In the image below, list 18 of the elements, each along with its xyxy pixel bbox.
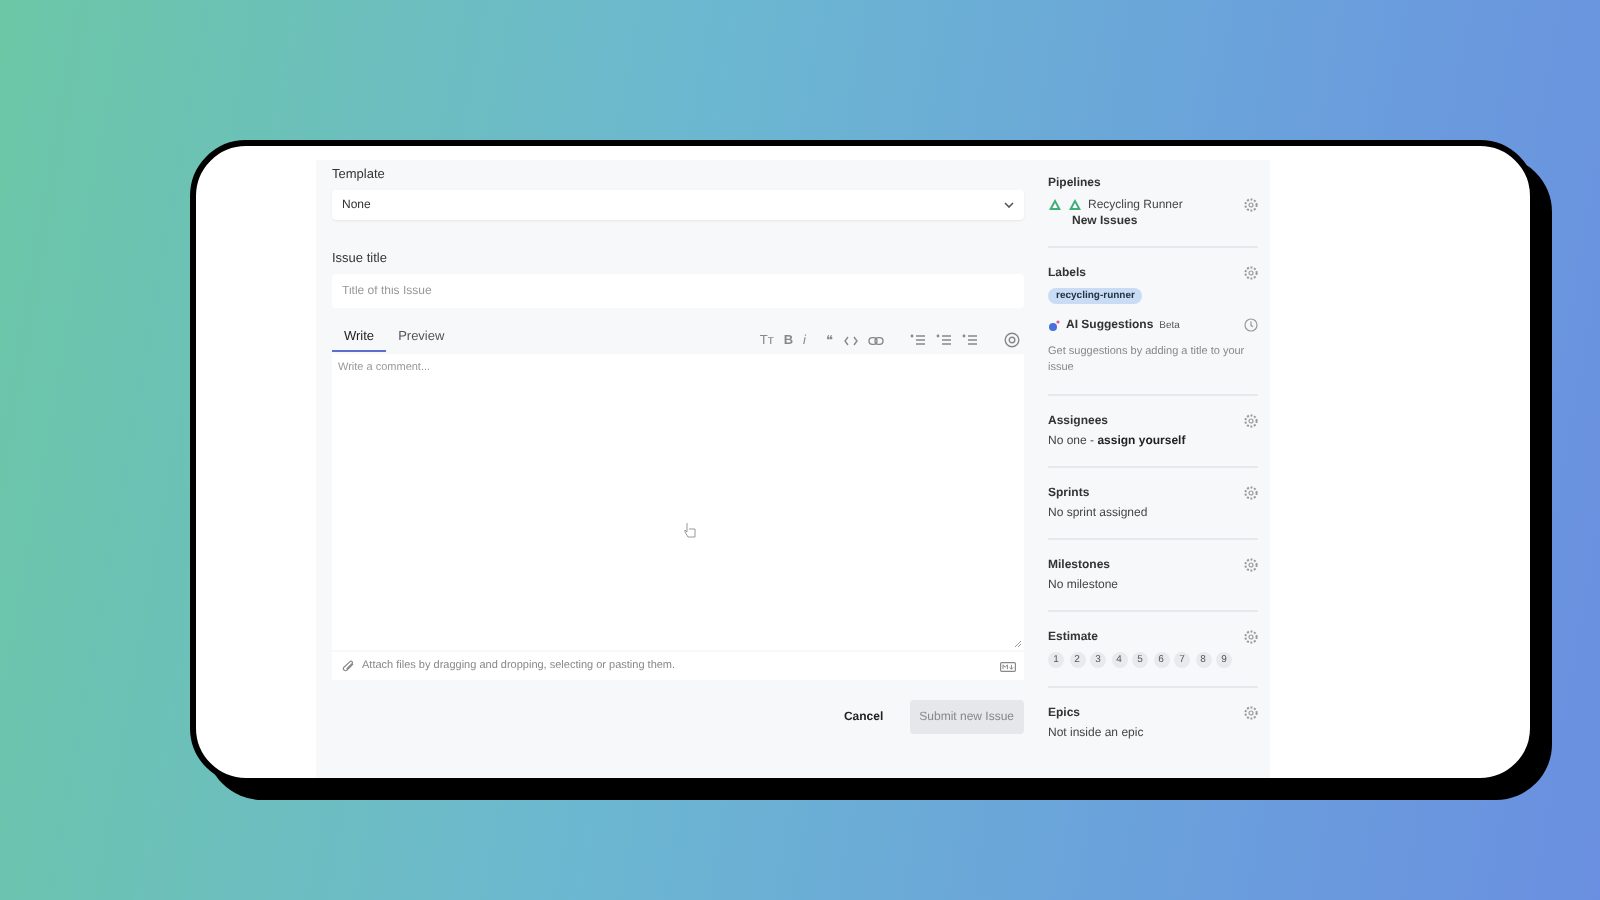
settings-icon[interactable] [1244, 706, 1258, 720]
resize-handle-icon[interactable] [1014, 640, 1022, 648]
settings-icon[interactable] [1244, 630, 1258, 644]
chevron-icon [1004, 202, 1014, 208]
paperclip-icon[interactable] [342, 659, 356, 673]
hand-cursor-icon [684, 522, 696, 538]
list-icon[interactable] [910, 334, 926, 346]
settings-icon[interactable] [1244, 198, 1258, 212]
settings-icon[interactable] [1244, 558, 1258, 572]
list-icon[interactable] [936, 334, 952, 346]
markdown-icon [1000, 661, 1016, 671]
settings-icon[interactable] [1244, 414, 1258, 428]
settings-icon[interactable] [1244, 486, 1258, 500]
link-icon[interactable] [868, 335, 884, 345]
mention-icon[interactable] [1004, 332, 1020, 348]
code-icon[interactable] [844, 335, 858, 345]
list-icon[interactable] [962, 334, 978, 346]
settings-icon[interactable] [1244, 266, 1258, 280]
